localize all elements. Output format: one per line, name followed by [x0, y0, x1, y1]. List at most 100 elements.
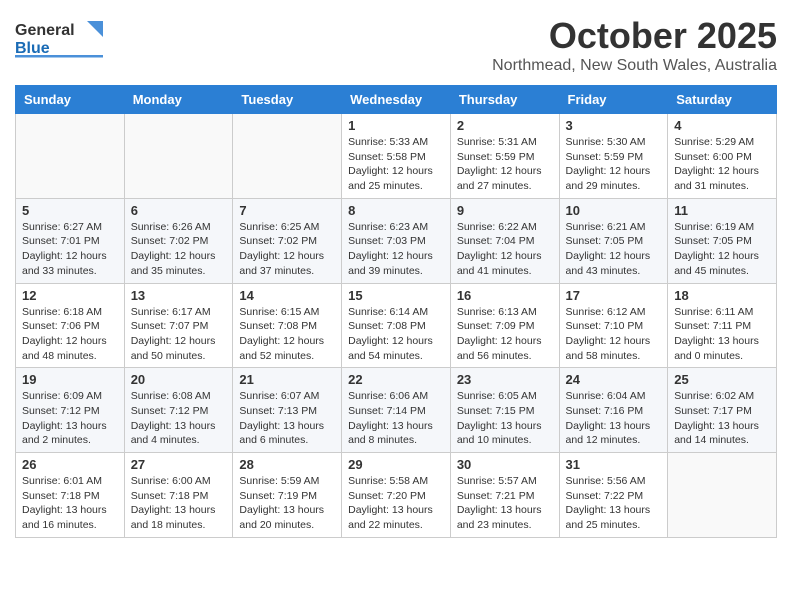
- day-number: 6: [131, 203, 227, 218]
- day-info: Sunrise: 6:13 AMSunset: 7:09 PMDaylight:…: [457, 305, 553, 364]
- calendar-cell: [16, 114, 125, 199]
- day-number: 7: [239, 203, 335, 218]
- day-info: Sunrise: 6:27 AMSunset: 7:01 PMDaylight:…: [22, 220, 118, 279]
- calendar-cell: 11 Sunrise: 6:19 AMSunset: 7:05 PMDayligh…: [668, 198, 777, 283]
- day-info: Sunrise: 6:11 AMSunset: 7:11 PMDaylight:…: [674, 305, 770, 364]
- day-number: 27: [131, 457, 227, 472]
- day-number: 16: [457, 288, 553, 303]
- day-number: 17: [566, 288, 662, 303]
- calendar-cell: 20Sunrise: 6:08 AMSunset: 7:12 PMDayligh…: [124, 368, 233, 453]
- calendar-cell: 4 Sunrise: 5:29 AMSunset: 6:00 PMDaylight…: [668, 114, 777, 199]
- calendar-cell: 30 Sunrise: 5:57 AMSunset: 7:21 PMDayligh…: [450, 453, 559, 538]
- day-number: 28: [239, 457, 335, 472]
- calendar-cell: 27 Sunrise: 6:00 AMSunset: 7:18 PMDayligh…: [124, 453, 233, 538]
- calendar-cell: 24Sunrise: 6:04 AMSunset: 7:16 PMDayligh…: [559, 368, 668, 453]
- location: Northmead, New South Wales, Australia: [492, 57, 777, 75]
- calendar-cell: 7Sunrise: 6:25 AMSunset: 7:02 PMDaylight…: [233, 198, 342, 283]
- calendar-cell: 26Sunrise: 6:01 AMSunset: 7:18 PMDayligh…: [16, 453, 125, 538]
- logo-svg: General Blue: [15, 15, 105, 60]
- calendar-cell: 8 Sunrise: 6:23 AMSunset: 7:03 PMDaylight…: [342, 198, 451, 283]
- calendar-cell: 13 Sunrise: 6:17 AMSunset: 7:07 PMDayligh…: [124, 283, 233, 368]
- weekday-header: Thursday: [450, 86, 559, 114]
- calendar-cell: 31 Sunrise: 5:56 AMSunset: 7:22 PMDayligh…: [559, 453, 668, 538]
- calendar-header-row: SundayMondayTuesdayWednesdayThursdayFrid…: [16, 86, 777, 114]
- day-number: 19: [22, 372, 118, 387]
- day-info: Sunrise: 6:19 AMSunset: 7:05 PMDaylight:…: [674, 220, 770, 279]
- day-info: Sunrise: 6:09 AMSunset: 7:12 PMDaylight:…: [22, 389, 118, 448]
- day-number: 5: [22, 203, 118, 218]
- calendar-week-row: 5 Sunrise: 6:27 AMSunset: 7:01 PMDaylight…: [16, 198, 777, 283]
- day-info: Sunrise: 6:23 AMSunset: 7:03 PMDaylight:…: [348, 220, 444, 279]
- day-info: Sunrise: 6:14 AMSunset: 7:08 PMDaylight:…: [348, 305, 444, 364]
- day-info: Sunrise: 6:02 AMSunset: 7:17 PMDaylight:…: [674, 389, 770, 448]
- day-number: 13: [131, 288, 227, 303]
- day-number: 15: [348, 288, 444, 303]
- day-info: Sunrise: 5:33 AMSunset: 5:58 PMDaylight:…: [348, 135, 444, 194]
- svg-text:Blue: Blue: [15, 40, 50, 57]
- calendar-cell: 5 Sunrise: 6:27 AMSunset: 7:01 PMDaylight…: [16, 198, 125, 283]
- calendar-cell: 23Sunrise: 6:05 AMSunset: 7:15 PMDayligh…: [450, 368, 559, 453]
- calendar-cell: 2Sunrise: 5:31 AMSunset: 5:59 PMDaylight…: [450, 114, 559, 199]
- weekday-header: Monday: [124, 86, 233, 114]
- day-info: Sunrise: 6:15 AMSunset: 7:08 PMDaylight:…: [239, 305, 335, 364]
- page-header: General Blue October 2025 Northmead, New…: [15, 15, 777, 75]
- day-info: Sunrise: 6:08 AMSunset: 7:12 PMDaylight:…: [131, 389, 227, 448]
- calendar-cell: 18 Sunrise: 6:11 AMSunset: 7:11 PMDayligh…: [668, 283, 777, 368]
- day-number: 8: [348, 203, 444, 218]
- calendar-table: SundayMondayTuesdayWednesdayThursdayFrid…: [15, 85, 777, 538]
- calendar-week-row: 12Sunrise: 6:18 AMSunset: 7:06 PMDayligh…: [16, 283, 777, 368]
- day-info: Sunrise: 6:17 AMSunset: 7:07 PMDaylight:…: [131, 305, 227, 364]
- day-number: 25: [674, 372, 770, 387]
- day-number: 4: [674, 118, 770, 133]
- day-number: 14: [239, 288, 335, 303]
- day-info: Sunrise: 5:57 AMSunset: 7:21 PMDaylight:…: [457, 474, 553, 533]
- calendar-cell: 21Sunrise: 6:07 AMSunset: 7:13 PMDayligh…: [233, 368, 342, 453]
- calendar-cell: 10Sunrise: 6:21 AMSunset: 7:05 PMDayligh…: [559, 198, 668, 283]
- weekday-header: Saturday: [668, 86, 777, 114]
- day-info: Sunrise: 6:12 AMSunset: 7:10 PMDaylight:…: [566, 305, 662, 364]
- calendar-cell: 6 Sunrise: 6:26 AMSunset: 7:02 PMDaylight…: [124, 198, 233, 283]
- calendar-week-row: 1 Sunrise: 5:33 AMSunset: 5:58 PMDaylight…: [16, 114, 777, 199]
- calendar-cell: [668, 453, 777, 538]
- weekday-header: Tuesday: [233, 86, 342, 114]
- title-block: October 2025 Northmead, New South Wales,…: [492, 15, 777, 75]
- day-info: Sunrise: 6:26 AMSunset: 7:02 PMDaylight:…: [131, 220, 227, 279]
- day-info: Sunrise: 6:18 AMSunset: 7:06 PMDaylight:…: [22, 305, 118, 364]
- day-number: 23: [457, 372, 553, 387]
- day-info: Sunrise: 6:01 AMSunset: 7:18 PMDaylight:…: [22, 474, 118, 533]
- day-number: 21: [239, 372, 335, 387]
- day-number: 18: [674, 288, 770, 303]
- calendar-cell: 12Sunrise: 6:18 AMSunset: 7:06 PMDayligh…: [16, 283, 125, 368]
- calendar-cell: 28 Sunrise: 5:59 AMSunset: 7:19 PMDayligh…: [233, 453, 342, 538]
- day-info: Sunrise: 5:30 AMSunset: 5:59 PMDaylight:…: [566, 135, 662, 194]
- calendar-cell: 16 Sunrise: 6:13 AMSunset: 7:09 PMDayligh…: [450, 283, 559, 368]
- calendar-cell: 22 Sunrise: 6:06 AMSunset: 7:14 PMDayligh…: [342, 368, 451, 453]
- day-number: 10: [566, 203, 662, 218]
- calendar-cell: 29Sunrise: 5:58 AMSunset: 7:20 PMDayligh…: [342, 453, 451, 538]
- day-number: 1: [348, 118, 444, 133]
- day-number: 30: [457, 457, 553, 472]
- day-info: Sunrise: 5:58 AMSunset: 7:20 PMDaylight:…: [348, 474, 444, 533]
- day-number: 24: [566, 372, 662, 387]
- day-info: Sunrise: 5:29 AMSunset: 6:00 PMDaylight:…: [674, 135, 770, 194]
- day-number: 11: [674, 203, 770, 218]
- calendar-cell: 14 Sunrise: 6:15 AMSunset: 7:08 PMDayligh…: [233, 283, 342, 368]
- calendar-cell: 9Sunrise: 6:22 AMSunset: 7:04 PMDaylight…: [450, 198, 559, 283]
- calendar-cell: 17 Sunrise: 6:12 AMSunset: 7:10 PMDayligh…: [559, 283, 668, 368]
- day-info: Sunrise: 6:06 AMSunset: 7:14 PMDaylight:…: [348, 389, 444, 448]
- weekday-header: Wednesday: [342, 86, 451, 114]
- calendar-cell: 1 Sunrise: 5:33 AMSunset: 5:58 PMDaylight…: [342, 114, 451, 199]
- logo: General Blue: [15, 15, 105, 65]
- day-number: 31: [566, 457, 662, 472]
- day-info: Sunrise: 6:00 AMSunset: 7:18 PMDaylight:…: [131, 474, 227, 533]
- calendar-week-row: 26Sunrise: 6:01 AMSunset: 7:18 PMDayligh…: [16, 453, 777, 538]
- day-number: 9: [457, 203, 553, 218]
- day-number: 2: [457, 118, 553, 133]
- weekday-header: Friday: [559, 86, 668, 114]
- day-info: Sunrise: 5:59 AMSunset: 7:19 PMDaylight:…: [239, 474, 335, 533]
- day-number: 22: [348, 372, 444, 387]
- calendar-cell: 3Sunrise: 5:30 AMSunset: 5:59 PMDaylight…: [559, 114, 668, 199]
- month-title: October 2025: [492, 15, 777, 57]
- day-info: Sunrise: 5:56 AMSunset: 7:22 PMDaylight:…: [566, 474, 662, 533]
- calendar-week-row: 19 Sunrise: 6:09 AMSunset: 7:12 PMDayligh…: [16, 368, 777, 453]
